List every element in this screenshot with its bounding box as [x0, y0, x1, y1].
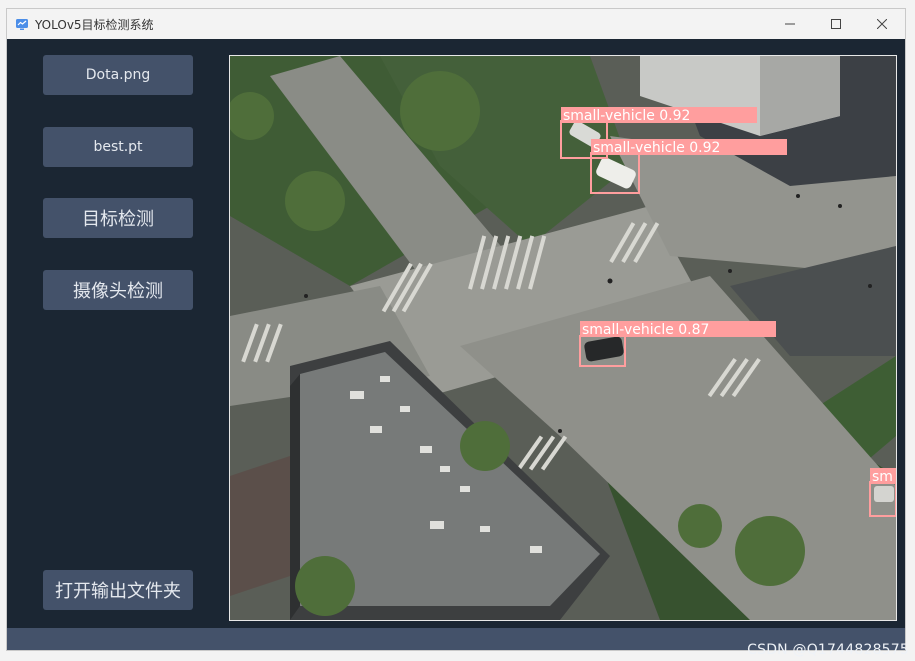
camera-detect-button[interactable]: 摄像头检测: [43, 270, 193, 310]
minimize-button[interactable]: [767, 9, 813, 39]
maximize-button[interactable]: [813, 9, 859, 39]
detection-label: sm: [872, 469, 893, 485]
minimize-icon: [785, 23, 795, 25]
window-title: YOLOv5目标检测系统: [35, 17, 154, 32]
detection-label: small-vehicle 0.92: [563, 108, 690, 124]
detection-image-view: small-vehicle 0.92 small-vehicle 0.92 sm…: [229, 55, 897, 621]
select-image-button[interactable]: Dota.png: [43, 55, 193, 95]
detection-label: small-vehicle 0.92: [593, 140, 720, 156]
open-output-folder-button[interactable]: 打开输出文件夹: [43, 570, 193, 610]
close-button[interactable]: [859, 9, 905, 39]
maximize-icon: [831, 19, 841, 29]
select-weights-button[interactable]: best.pt: [43, 127, 193, 167]
title-bar: YOLOv5目标检测系统: [7, 9, 905, 39]
main-content: Dota.png best.pt 目标检测 摄像头检测 打开输出文件夹 smal…: [7, 39, 905, 650]
close-icon: [877, 19, 887, 29]
detection-label: small-vehicle 0.87: [582, 322, 709, 338]
aerial-image: small-vehicle 0.92 small-vehicle 0.92 sm…: [230, 56, 896, 620]
app-window: YOLOv5目标检测系统 Dota.png best.pt 目标检测 摄像头检测…: [6, 8, 906, 651]
app-icon: [16, 19, 28, 30]
watermark: CSDN @Q1744828575: [747, 642, 909, 658]
detect-button[interactable]: 目标检测: [43, 198, 193, 238]
